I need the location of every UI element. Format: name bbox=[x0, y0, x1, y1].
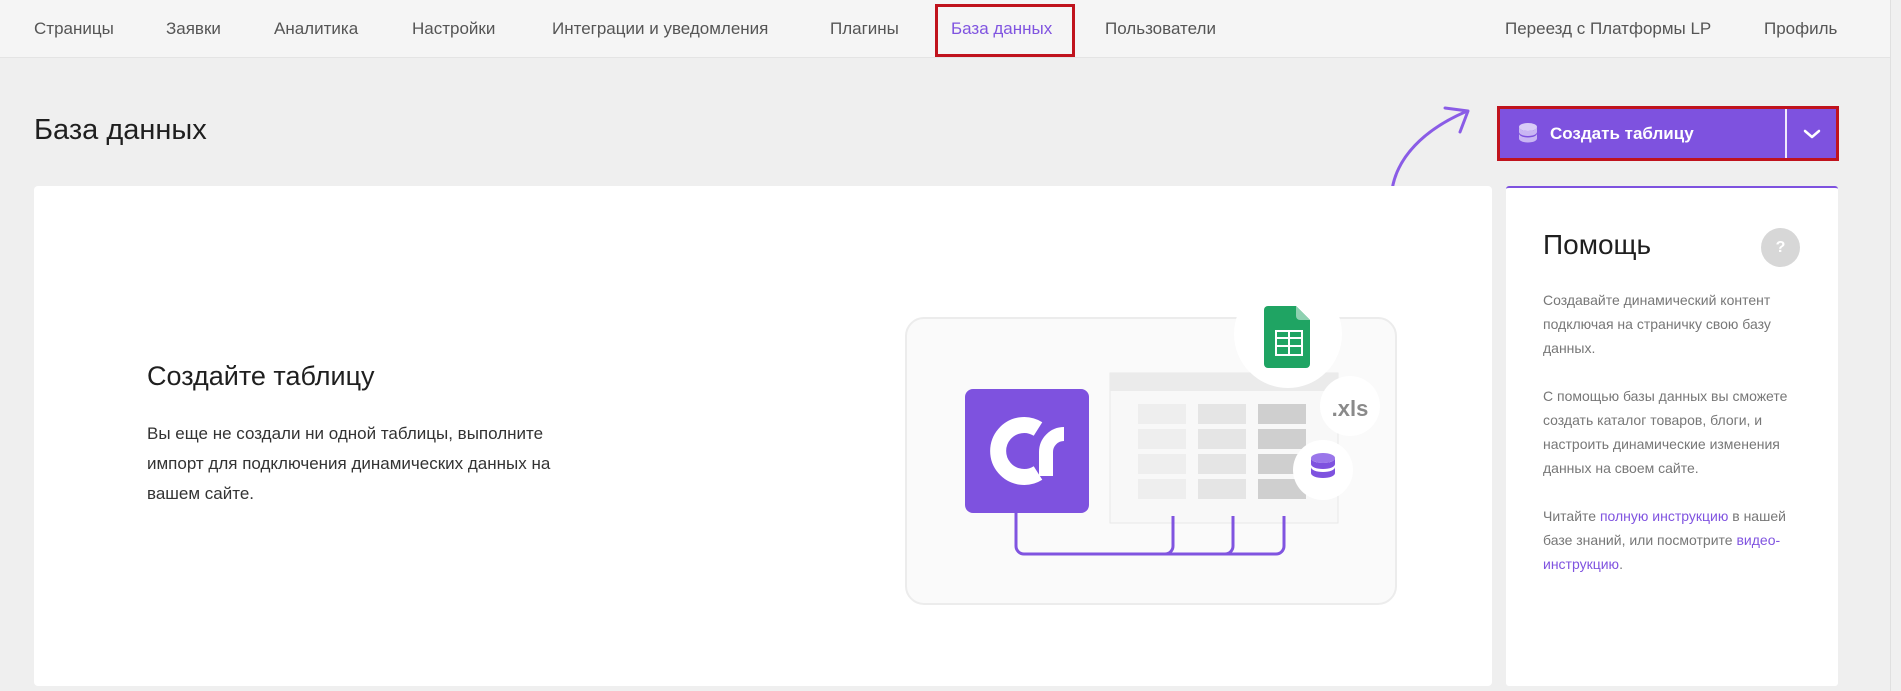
nav-item-users[interactable]: Пользователи bbox=[1105, 0, 1216, 58]
nav-item-pages[interactable]: Страницы bbox=[34, 0, 114, 58]
help-text-read: Читайте bbox=[1543, 508, 1597, 524]
help-paragraph-2: С помощью базы данных вы сможете создать… bbox=[1543, 388, 1788, 476]
database-icon bbox=[1519, 122, 1537, 142]
create-table-label: Создать таблицу bbox=[1550, 123, 1694, 143]
top-nav: Страницы Заявки Аналитика Настройки Инте… bbox=[0, 0, 1890, 58]
help-text-end: . bbox=[1619, 556, 1623, 572]
nav-item-settings[interactable]: Настройки bbox=[412, 0, 495, 58]
nav-item-requests[interactable]: Заявки bbox=[166, 0, 221, 58]
chevron-down-icon bbox=[1803, 129, 1820, 138]
help-title: Помощь bbox=[1543, 229, 1652, 260]
create-table-button[interactable]: Создать таблицу bbox=[1500, 109, 1785, 158]
nav-item-profile[interactable]: Профиль bbox=[1764, 0, 1837, 58]
nav-item-plugins[interactable]: Плагины bbox=[830, 0, 899, 58]
empty-state-card: Создайте таблицу Вы еще не создали ни од… bbox=[34, 186, 1492, 686]
help-paragraph-3: Читайте полную инструкцию в нашей базе з… bbox=[1543, 504, 1808, 576]
database-bubble-icon bbox=[1293, 440, 1353, 500]
full-guide-link[interactable]: полную инструкцию bbox=[1600, 508, 1728, 524]
help-panel: Помощь ? Создавайте динамический контент… bbox=[1506, 186, 1838, 686]
nav-item-integrations[interactable]: Интеграции и уведомления bbox=[552, 0, 768, 58]
empty-state-title: Создайте таблицу bbox=[147, 361, 375, 391]
xls-label: .xls bbox=[1332, 396, 1369, 421]
help-question-button[interactable]: ? bbox=[1761, 228, 1800, 267]
create-table-control: Создать таблицу bbox=[1497, 106, 1839, 161]
scrollbar[interactable] bbox=[1890, 0, 1901, 691]
page-title: База данных bbox=[34, 114, 207, 146]
nav-item-analytics[interactable]: Аналитика bbox=[274, 0, 358, 58]
empty-state-text: Вы еще не создали ни одной таблицы, выпо… bbox=[147, 424, 551, 503]
create-options-button[interactable] bbox=[1787, 109, 1836, 158]
platform-logo-icon bbox=[965, 389, 1089, 513]
active-tab-highlight bbox=[935, 4, 1075, 57]
google-sheets-icon bbox=[1234, 280, 1342, 388]
nav-item-migrate[interactable]: Переезд с Платформы LP bbox=[1505, 0, 1711, 58]
help-paragraph-1: Создавайте динамический контент подключа… bbox=[1543, 292, 1771, 356]
database-illustration: .xls bbox=[905, 280, 1397, 605]
